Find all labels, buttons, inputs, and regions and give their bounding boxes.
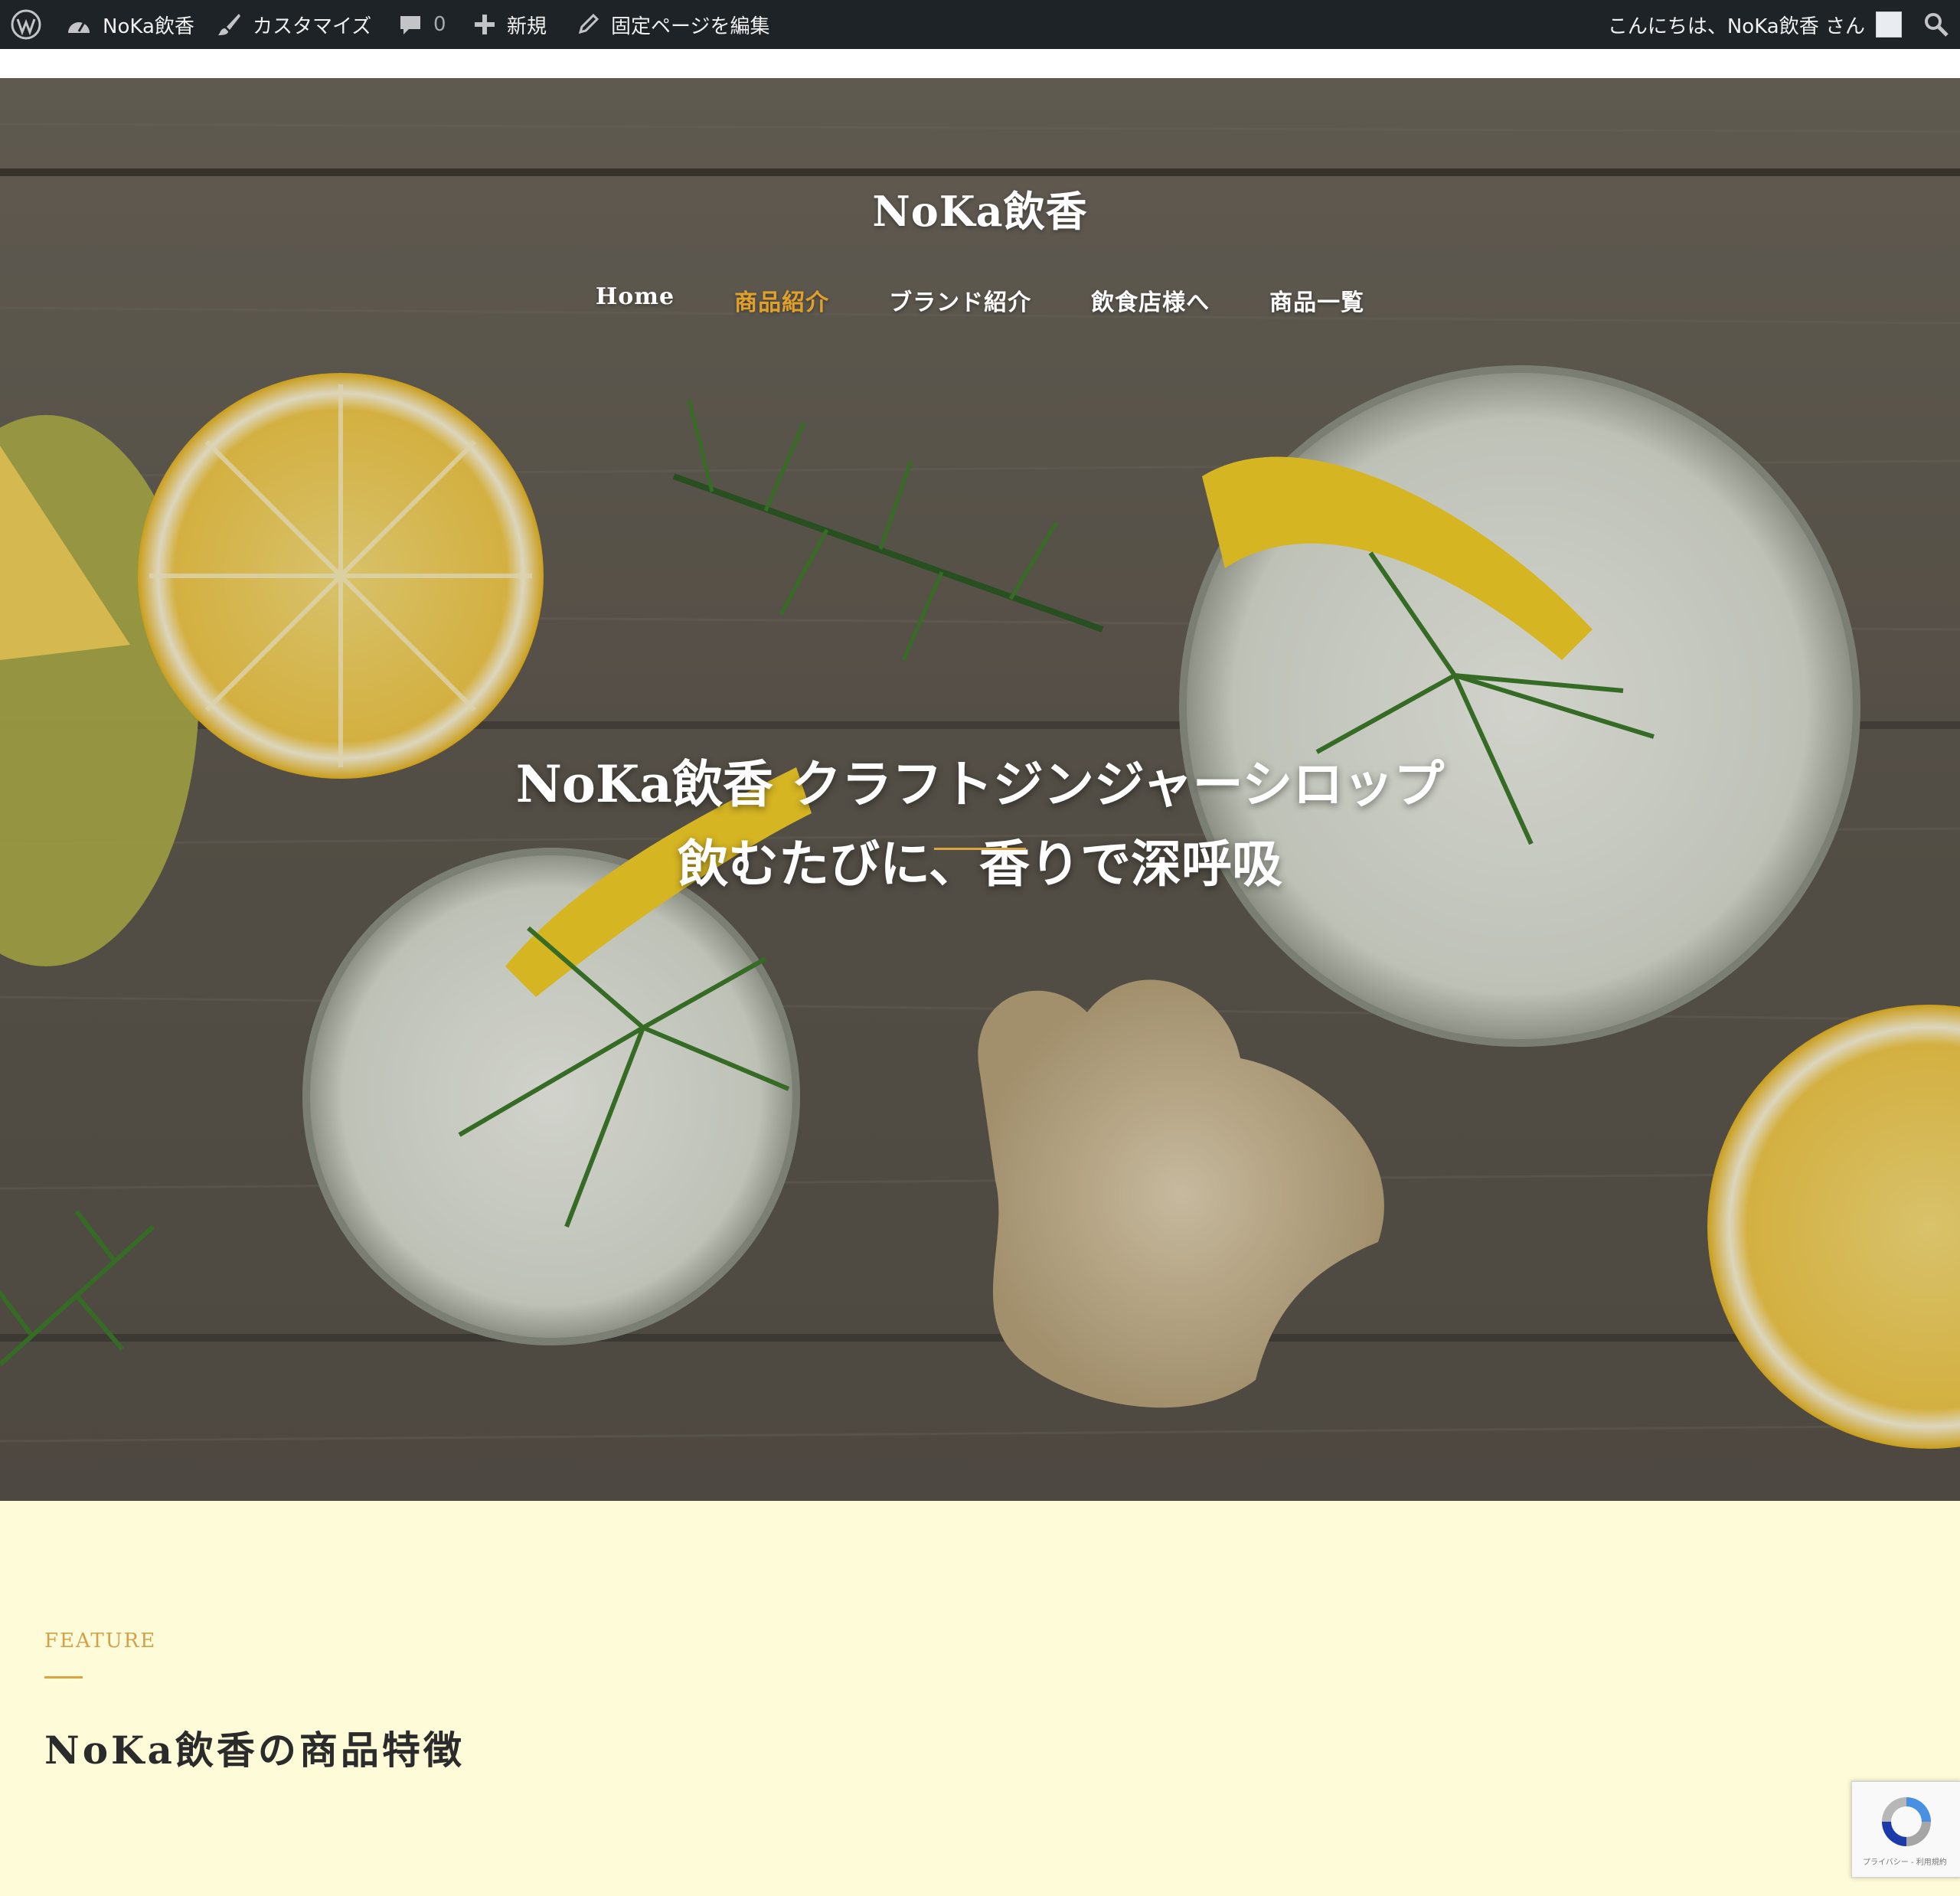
nav-item-restaurants[interactable]: 飲食店様へ <box>1061 283 1240 317</box>
greeting-label: こんにちは、NoKa飲香 さん <box>1607 15 1865 38</box>
wordpress-logo-button[interactable] <box>11 0 41 49</box>
hero-headline-line2: 飲むたびに、香りで深呼吸 <box>677 834 1283 894</box>
my-account-menu[interactable]: こんにちは、NoKa飲香 さん <box>1608 0 1902 49</box>
hero-headline: NoKa飲香 クラフトジンジャーシロップ 飲むたびに、香りで深呼吸 <box>0 744 1960 904</box>
hero-headline-line1: NoKa飲香 クラフトジンジャーシロップ <box>515 754 1445 814</box>
site-name-label: NoKa飲香 <box>103 15 194 38</box>
nav-item-product-list[interactable]: 商品一覧 <box>1240 283 1394 317</box>
nav-item-home[interactable]: Home <box>566 283 704 317</box>
new-label: 新規 <box>507 15 547 38</box>
feature-kicker: FEATURE <box>44 1630 157 1652</box>
feature-section <box>0 1501 1960 1896</box>
page-top-gap <box>0 49 1960 78</box>
hero-divider <box>934 848 1026 850</box>
hero-section: NoKa飲香 Home 商品紹介 ブランド紹介 飲食店様へ 商品一覧 NoKa飲… <box>0 78 1960 1501</box>
feature-divider <box>44 1676 83 1679</box>
admin-search-button[interactable] <box>1923 0 1949 49</box>
customize-label: カスタマイズ <box>253 15 372 38</box>
site-name-menu[interactable]: NoKa飲香 <box>66 0 194 49</box>
comments-menu[interactable]: 0 <box>398 0 446 49</box>
recaptcha-badge[interactable]: プライバシー - 利用規約 <box>1851 1781 1960 1878</box>
plus-icon <box>475 15 495 34</box>
brush-icon <box>218 14 240 35</box>
avatar <box>1876 11 1902 38</box>
recaptcha-icon <box>1882 1797 1931 1846</box>
site-title[interactable]: NoKa飲香 <box>0 178 1960 238</box>
comment-icon <box>400 16 420 34</box>
comments-count: 0 <box>433 13 446 36</box>
admin-bar: NoKa飲香 カスタマイズ 0 新規 固定ページを編集 こんにちは、NoKa飲香… <box>0 0 1960 49</box>
nav-item-brand[interactable]: ブランド紹介 <box>859 283 1061 317</box>
feature-title: NoKa飲香の商品特徴 <box>44 1728 465 1773</box>
pencil-icon <box>578 13 599 34</box>
wordpress-icon <box>11 9 41 40</box>
recaptcha-terms[interactable]: プライバシー - 利用規約 <box>1863 1855 1947 1867</box>
dashboard-icon <box>68 21 90 33</box>
search-icon <box>1925 13 1949 37</box>
edit-page-label: 固定ページを編集 <box>611 15 770 38</box>
new-content-menu[interactable]: 新規 <box>473 0 547 49</box>
edit-page-link[interactable]: 固定ページを編集 <box>576 0 769 49</box>
customize-menu[interactable]: カスタマイズ <box>216 0 371 49</box>
main-navigation: Home 商品紹介 ブランド紹介 飲食店様へ 商品一覧 <box>0 283 1960 317</box>
nav-item-products[interactable]: 商品紹介 <box>704 283 859 317</box>
